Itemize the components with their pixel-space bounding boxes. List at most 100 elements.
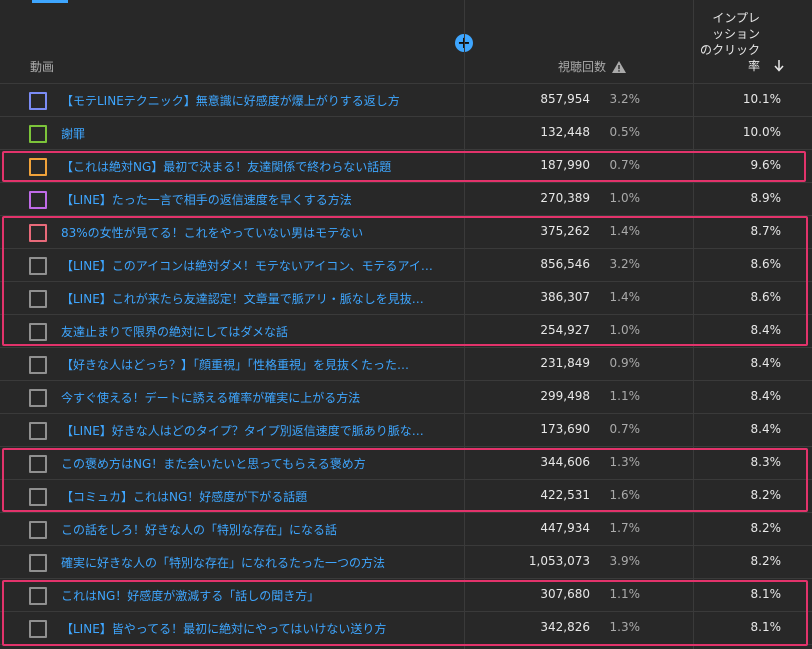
ctr-value: 8.7% xyxy=(750,224,782,238)
row-checkbox[interactable] xyxy=(29,521,47,539)
ctr-value: 10.1% xyxy=(742,92,781,106)
table-row[interactable]: 友達止まりで限界の絶対にしてはダメな話 254,927 1.0% 8.4% xyxy=(0,315,812,348)
ctr-value: 8.2% xyxy=(750,554,782,568)
video-title-link[interactable]: 【これは絶対NG】最初で決まる！友達関係で終わらない話題 xyxy=(61,158,455,175)
ctr-value: 8.6% xyxy=(750,290,782,304)
row-checkbox[interactable] xyxy=(29,257,47,275)
views-percent: 1.3% xyxy=(609,455,641,469)
row-checkbox[interactable] xyxy=(29,554,47,572)
table-row[interactable]: 【コミュカ】これはNG！好感度が下がる話題 422,531 1.6% 8.2% xyxy=(0,480,812,513)
ctr-label-line: のクリック xyxy=(699,43,760,57)
views-percent: 1.1% xyxy=(609,587,641,601)
sort-down-arrow-icon[interactable] xyxy=(774,60,784,72)
table-row[interactable]: 今すぐ使える！デートに誘える確率が確実に上がる方法 299,498 1.1% 8.4% xyxy=(0,381,812,414)
ctr-value: 8.3% xyxy=(750,455,782,469)
video-title-link[interactable]: この話をしろ！好きな人の「特別な存在」になる話 xyxy=(61,521,455,538)
ctr-value: 8.2% xyxy=(750,521,782,535)
views-percent: 0.5% xyxy=(609,125,641,139)
ctr-label-line: インプレ xyxy=(712,11,760,25)
video-title-link[interactable]: 【LINE】好きな人はどのタイプ？タイプ別返信速度で脈あり脈な… xyxy=(61,422,455,439)
views-percent: 1.1% xyxy=(609,389,641,403)
video-title-link[interactable]: 【コミュカ】これはNG！好感度が下がる話題 xyxy=(61,488,455,505)
row-checkbox[interactable] xyxy=(29,356,47,374)
views-percent: 1.0% xyxy=(609,323,641,337)
views-value: 856,546 xyxy=(540,257,590,271)
video-title-link[interactable]: 【LINE】これが来たら友達認定！文章量で脈アリ・脈なしを見抜… xyxy=(61,290,455,307)
table-row[interactable]: この褒め方はNG！また会いたいと思ってもらえる褒め方 344,606 1.3% 8.3… xyxy=(0,447,812,480)
views-percent: 1.4% xyxy=(609,224,641,238)
column-header-ctr[interactable]: インプレ ッション のクリック 率 xyxy=(694,10,790,76)
table-row[interactable]: 【好きな人はどっち？】「顔重視」「性格重視」を見抜くたった… 231,849 0.9… xyxy=(0,348,812,381)
row-checkbox[interactable] xyxy=(29,323,47,341)
ctr-label-line: ッション xyxy=(711,27,760,41)
ctr-value: 10.0% xyxy=(742,125,781,139)
table-row[interactable]: これはNG！好感度が激減する「話しの聞き方」 307,680 1.1% 8.1% xyxy=(0,579,812,612)
ctr-value: 8.4% xyxy=(750,356,782,370)
row-checkbox[interactable] xyxy=(29,125,47,143)
table-row[interactable]: 確実に好きな人の「特別な存在」になれるたった一つの方法 1,053,073 3.9%… xyxy=(0,546,812,579)
video-title-link[interactable]: 謝罪 xyxy=(61,125,455,142)
row-checkbox[interactable] xyxy=(29,422,47,440)
video-title-link[interactable]: 今すぐ使える！デートに誘える確率が確実に上がる方法 xyxy=(61,389,455,406)
views-value: 254,927 xyxy=(540,323,590,337)
views-percent: 0.7% xyxy=(609,158,641,172)
views-percent: 1.4% xyxy=(609,290,641,304)
views-percent: 1.0% xyxy=(609,191,641,205)
row-checkbox[interactable] xyxy=(29,620,47,638)
video-title-link[interactable]: 友達止まりで限界の絶対にしてはダメな話 xyxy=(61,323,455,340)
table-row[interactable]: 謝罪 132,448 0.5% 10.0% xyxy=(0,117,812,150)
views-value: 344,606 xyxy=(540,455,590,469)
ctr-value: 9.6% xyxy=(750,158,782,172)
video-title-link[interactable]: 【LINE】皆やってる！最初に絶対にやってはいけない送り方 xyxy=(61,620,455,637)
row-checkbox[interactable] xyxy=(29,455,47,473)
views-value: 1,053,073 xyxy=(528,554,590,568)
table-row[interactable]: 【LINE】これが来たら友達認定！文章量で脈アリ・脈なしを見抜… 386,307 1… xyxy=(0,282,812,315)
views-percent: 1.3% xyxy=(609,620,641,634)
table-row[interactable]: 【LINE】皆やってる！最初に絶対にやってはいけない送り方 342,826 1.3%… xyxy=(0,612,812,645)
video-title-link[interactable]: 【LINE】このアイコンは絶対ダメ！モテないアイコン、モテるアイ… xyxy=(61,257,455,274)
row-checkbox[interactable] xyxy=(29,389,47,407)
video-title-link[interactable]: 確実に好きな人の「特別な存在」になれるたった一つの方法 xyxy=(61,554,455,571)
row-checkbox[interactable] xyxy=(29,191,47,209)
views-value: 231,849 xyxy=(540,356,590,370)
views-value: 857,954 xyxy=(540,92,590,106)
views-value: 386,307 xyxy=(540,290,590,304)
column-header-video[interactable]: 動画 xyxy=(30,58,54,75)
row-checkbox[interactable] xyxy=(29,224,47,242)
views-value: 132,448 xyxy=(540,125,590,139)
table-row[interactable]: この話をしろ！好きな人の「特別な存在」になる話 447,934 1.7% 8.2% xyxy=(0,513,812,546)
video-title-link[interactable]: この褒め方はNG！また会いたいと思ってもらえる褒め方 xyxy=(61,455,455,472)
views-percent: 3.2% xyxy=(609,92,641,106)
row-checkbox[interactable] xyxy=(29,290,47,308)
ctr-value: 8.4% xyxy=(750,389,782,403)
views-value: 307,680 xyxy=(540,587,590,601)
views-value: 422,531 xyxy=(540,488,590,502)
row-checkbox[interactable] xyxy=(29,488,47,506)
views-value: 173,690 xyxy=(540,422,590,436)
row-checkbox[interactable] xyxy=(29,92,47,110)
views-value: 375,262 xyxy=(540,224,590,238)
table-row[interactable]: 【LINE】このアイコンは絶対ダメ！モテないアイコン、モテるアイ… 856,546… xyxy=(0,249,812,282)
video-title-link[interactable]: 【好きな人はどっち？】「顔重視」「性格重視」を見抜くたった… xyxy=(61,356,455,373)
table-row[interactable]: 【これは絶対NG】最初で決まる！友達関係で終わらない話題 187,990 0.7% 9… xyxy=(0,150,812,183)
video-title-link[interactable]: 83%の女性が見てる！これをやっていない男はモテない xyxy=(61,224,455,241)
ctr-value: 8.4% xyxy=(750,323,782,337)
views-percent: 1.6% xyxy=(609,488,641,502)
column-header-views-label: 視聴回数 xyxy=(557,60,606,74)
ctr-value: 8.6% xyxy=(750,257,782,271)
video-title-link[interactable]: 【LINE】たった一言で相手の返信速度を早くする方法 xyxy=(61,191,455,208)
row-checkbox[interactable] xyxy=(29,587,47,605)
video-title-link[interactable]: 【モテLINEテクニック】無意識に好感度が爆上がりする返し方 xyxy=(61,92,455,109)
table-row[interactable]: 【LINE】たった一言で相手の返信速度を早くする方法 270,389 1.0% 8.9… xyxy=(0,183,812,216)
row-checkbox[interactable] xyxy=(29,158,47,176)
table-row[interactable]: 83%の女性が見てる！これをやっていない男はモテない 375,262 1.4% 8.7… xyxy=(0,216,812,249)
views-value: 342,826 xyxy=(540,620,590,634)
warning-icon xyxy=(612,60,626,73)
table-row[interactable]: 【LINE】好きな人はどのタイプ？タイプ別返信速度で脈あり脈な… 173,690 0… xyxy=(0,414,812,447)
views-percent: 3.2% xyxy=(609,257,641,271)
video-title-link[interactable]: これはNG！好感度が激減する「話しの聞き方」 xyxy=(61,587,455,604)
column-header-views[interactable]: 視聴回数 xyxy=(558,58,626,75)
table-row[interactable]: 【モテLINEテクニック】無意識に好感度が爆上がりする返し方 857,954 3.2… xyxy=(0,84,812,117)
views-percent: 1.7% xyxy=(609,521,641,535)
ctr-value: 8.1% xyxy=(750,587,782,601)
